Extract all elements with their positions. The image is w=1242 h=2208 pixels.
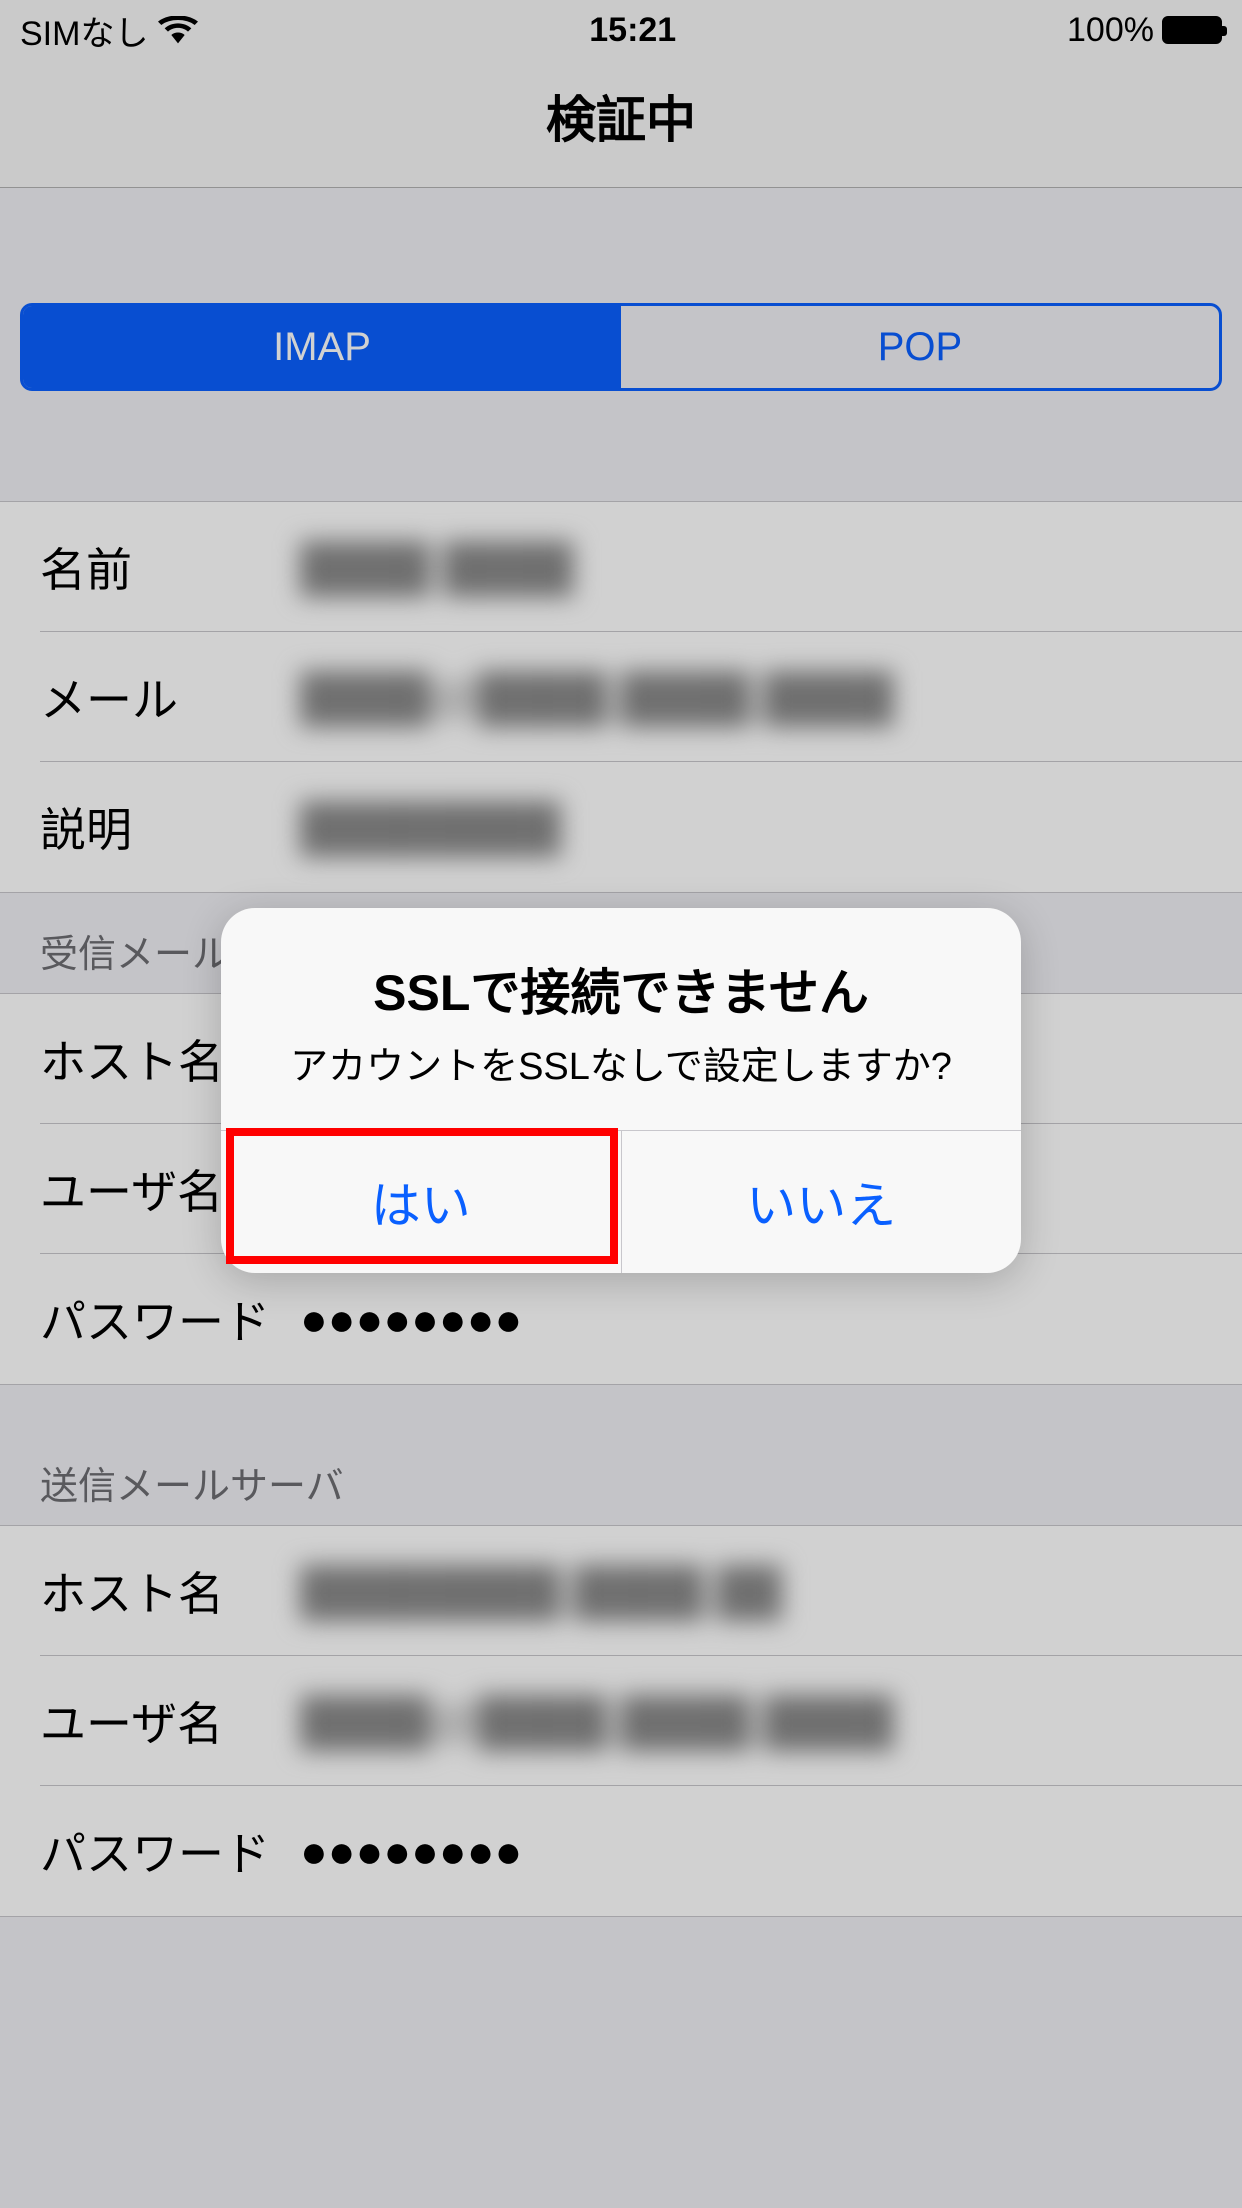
- ssl-alert: SSLで接続できません アカウントをSSLなしで設定しますか? はい いいえ: [221, 908, 1021, 1273]
- alert-buttons: はい いいえ: [221, 1130, 1021, 1273]
- no-button[interactable]: いいえ: [621, 1131, 1022, 1273]
- alert-body: SSLで接続できません アカウントをSSLなしで設定しますか?: [221, 908, 1021, 1130]
- alert-title: SSLで接続できません: [251, 953, 991, 1025]
- yes-button[interactable]: はい: [221, 1131, 621, 1273]
- alert-message: アカウントをSSLなしで設定しますか?: [251, 1035, 991, 1090]
